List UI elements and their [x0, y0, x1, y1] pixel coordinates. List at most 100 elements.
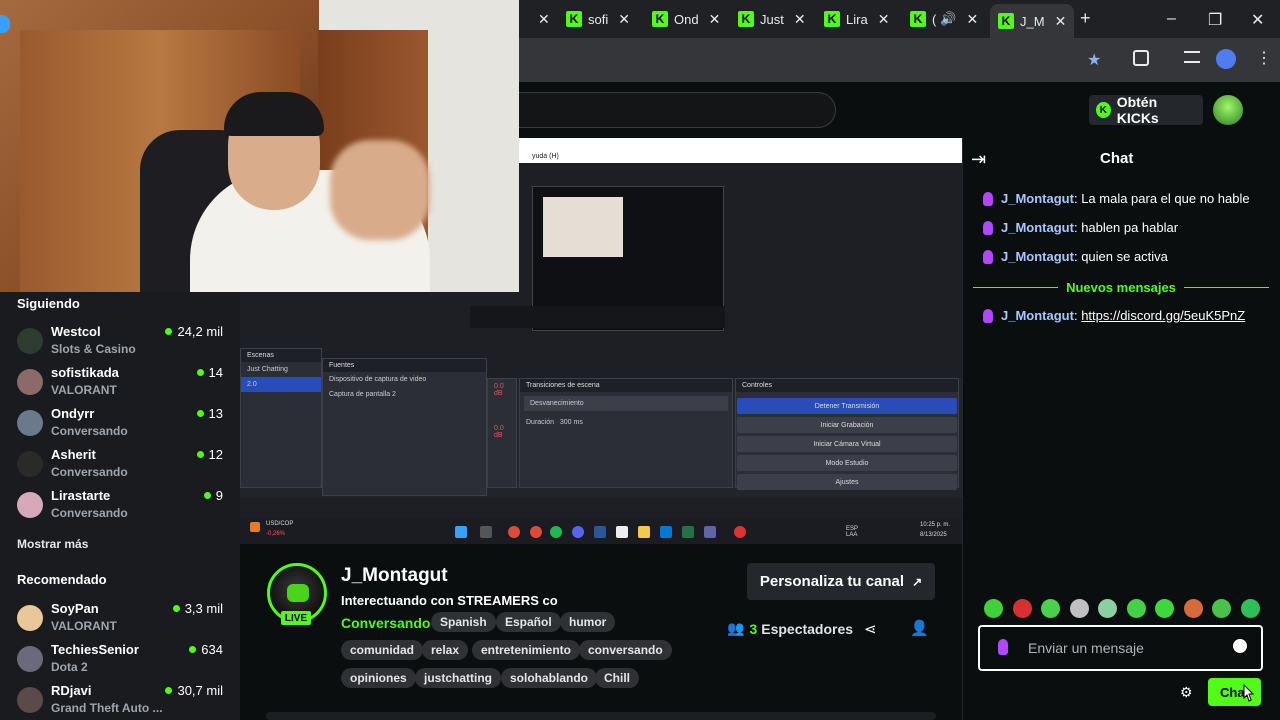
emote-icon[interactable]	[1098, 599, 1117, 618]
get-kicks-button[interactable]: K Obtén KICKs	[1089, 94, 1203, 126]
chat-message: J_Montagut: hablen pa hablar	[983, 220, 1178, 235]
sidebar-channel[interactable]: SoyPan VALORANT 3,3 mil	[0, 600, 240, 638]
emote-icon[interactable]	[1069, 599, 1089, 618]
excel-icon	[682, 526, 694, 538]
chat-input[interactable]: Enviar un mensaje	[978, 625, 1263, 671]
stream-tag[interactable]: Chill	[595, 668, 639, 688]
emote-icon[interactable]	[984, 599, 1003, 618]
emote-icon[interactable]	[1183, 599, 1203, 618]
stream-tag[interactable]: conversando	[579, 640, 672, 660]
browser-tab[interactable]: K(🔊 ✕	[910, 6, 978, 32]
streamer-name[interactable]: J_Montagut	[341, 565, 448, 587]
live-dot-icon	[203, 492, 211, 499]
viewer-count: 14	[196, 365, 223, 380]
media-control-icon[interactable]	[1184, 51, 1200, 63]
studio-mode-button[interactable]: Modo Estudio	[737, 455, 957, 471]
extensions-icon[interactable]	[1133, 50, 1149, 66]
stream-tag[interactable]: solohablando	[501, 668, 597, 688]
close-icon[interactable]: ✕	[1055, 13, 1067, 30]
user-avatar[interactable]	[1213, 95, 1243, 125]
chat-link[interactable]: https://discord.gg/5euK5PnZ	[1081, 308, 1245, 323]
close-window-button[interactable]: ✕	[1251, 10, 1264, 30]
close-icon[interactable]: ✕	[709, 11, 721, 28]
viewer-count: 24,2 mil	[165, 324, 223, 339]
stop-stream-button[interactable]: Detener Transmisión	[737, 398, 957, 414]
microphone-badge-icon	[983, 249, 993, 264]
close-icon[interactable]: ✕	[967, 11, 979, 28]
spotify-icon	[550, 526, 562, 538]
close-icon[interactable]: ✕	[794, 11, 806, 28]
stream-tag[interactable]: humor	[560, 612, 616, 632]
tab-close-icon[interactable]: ✕	[528, 6, 550, 32]
sources-dock: Fuentes Dispositivo de captura de video …	[322, 358, 487, 496]
emote-icon[interactable]	[1126, 599, 1146, 618]
profile-icon[interactable]	[1216, 49, 1236, 69]
restore-button[interactable]: ❐	[1208, 10, 1222, 30]
search-icon	[480, 526, 492, 538]
word-icon	[594, 526, 606, 538]
sidebar-channel[interactable]: Ondyrr Conversando 13	[0, 405, 240, 443]
sidebar-channel[interactable]: Westcol Slots & Casino 24,2 mil	[0, 323, 240, 361]
stream-category[interactable]: Conversando	[341, 615, 430, 631]
browser-tab[interactable]: K Just ✕	[738, 6, 806, 32]
viewer-count: 13	[196, 406, 223, 421]
show-more-link[interactable]: Mostrar más	[17, 537, 88, 551]
start-recording-button[interactable]: Iniciar Grabación	[737, 417, 957, 433]
preview-webcam	[543, 197, 623, 257]
emote-icon[interactable]	[1212, 599, 1231, 618]
stream-tag[interactable]: relax	[422, 640, 469, 660]
outlook-icon	[660, 526, 672, 538]
sidebar-channel[interactable]: sofistikada VALORANT 14	[0, 364, 240, 402]
browser-tab[interactable]: Ksofi ✕	[566, 6, 630, 32]
browser-tab[interactable]: K Lira ✕	[824, 6, 889, 32]
viewer-count: 👥 3 Espectadores	[727, 620, 854, 637]
live-dot-icon	[196, 410, 204, 417]
browser-tab[interactable]: K Ond ✕	[652, 6, 720, 32]
chat-message: J_Montagut: La mala para el que no hable	[983, 191, 1250, 206]
emote-icon[interactable]	[1240, 599, 1260, 618]
sidebar-channel[interactable]: RDjavi Grand Theft Auto ... 30,7 mil	[0, 682, 240, 720]
sidebar-channel[interactable]: TechiesSenior Dota 2 634	[0, 641, 240, 679]
stream-tag[interactable]: Español	[496, 612, 561, 632]
obs-preview-strip	[470, 306, 725, 328]
emote-icon[interactable]	[1041, 599, 1060, 618]
emote-icon[interactable]	[1012, 599, 1032, 618]
horizontal-scrollbar[interactable]	[266, 712, 936, 720]
follow-user-icon[interactable]: 👤	[910, 619, 929, 637]
new-tab-button[interactable]: +	[1080, 8, 1091, 29]
emote-icon[interactable]	[1155, 599, 1174, 618]
minimize-button[interactable]: –	[1167, 10, 1176, 28]
stream-tag[interactable]: justchatting	[415, 668, 501, 688]
avatar	[17, 369, 43, 395]
chat-settings-icon[interactable]: ⚙	[1180, 684, 1193, 701]
stream-title: Interectuando con STREAMERS co	[341, 593, 558, 608]
emoji-picker-icon[interactable]	[1233, 639, 1247, 653]
browser-tab-active[interactable]: K J_M ✕	[990, 4, 1075, 38]
sidebar-channel[interactable]: Lirastarte Conversando 9	[0, 487, 240, 525]
teams-icon	[704, 526, 716, 538]
settings-obs-button[interactable]: Ajustes	[737, 474, 957, 490]
share-icon[interactable]: ⋖	[864, 620, 877, 638]
bookmark-star-icon[interactable]: ★	[1087, 50, 1101, 70]
collapse-chat-icon[interactable]: ⇥	[971, 149, 986, 170]
virtual-camera-button[interactable]: Iniciar Cámara Virtual	[737, 436, 957, 452]
stream-tag[interactable]: entretenimiento	[472, 640, 581, 660]
folder-icon	[638, 526, 650, 538]
microphone-badge-icon	[998, 639, 1008, 655]
search-input[interactable]	[519, 92, 836, 128]
close-icon[interactable]: ✕	[618, 11, 630, 28]
chat-title: Chat	[1100, 150, 1134, 167]
menu-kebab-icon[interactable]: ⋮	[1256, 48, 1272, 68]
stream-tag[interactable]: opiniones	[341, 668, 416, 688]
transition-select[interactable]: Desvanecimiento	[524, 396, 728, 411]
customize-channel-button[interactable]: Personaliza tu canal ↗	[747, 563, 935, 600]
speaker-icon[interactable]: 🔊	[940, 11, 956, 27]
windows-taskbar: USD/COP -0,26% ESP LAA 10:25 p. m. 8/13/…	[240, 518, 962, 544]
avatar	[17, 451, 43, 477]
sidebar-channel[interactable]: Asherit Conversando 12	[0, 446, 240, 484]
close-icon[interactable]: ✕	[878, 11, 890, 28]
external-link-icon: ↗	[912, 574, 923, 589]
stream-tag[interactable]: comunidad	[341, 640, 424, 660]
stream-tag[interactable]: Spanish	[431, 612, 496, 632]
transitions-dock: Transiciones de escena Desvanecimiento D…	[519, 378, 733, 488]
